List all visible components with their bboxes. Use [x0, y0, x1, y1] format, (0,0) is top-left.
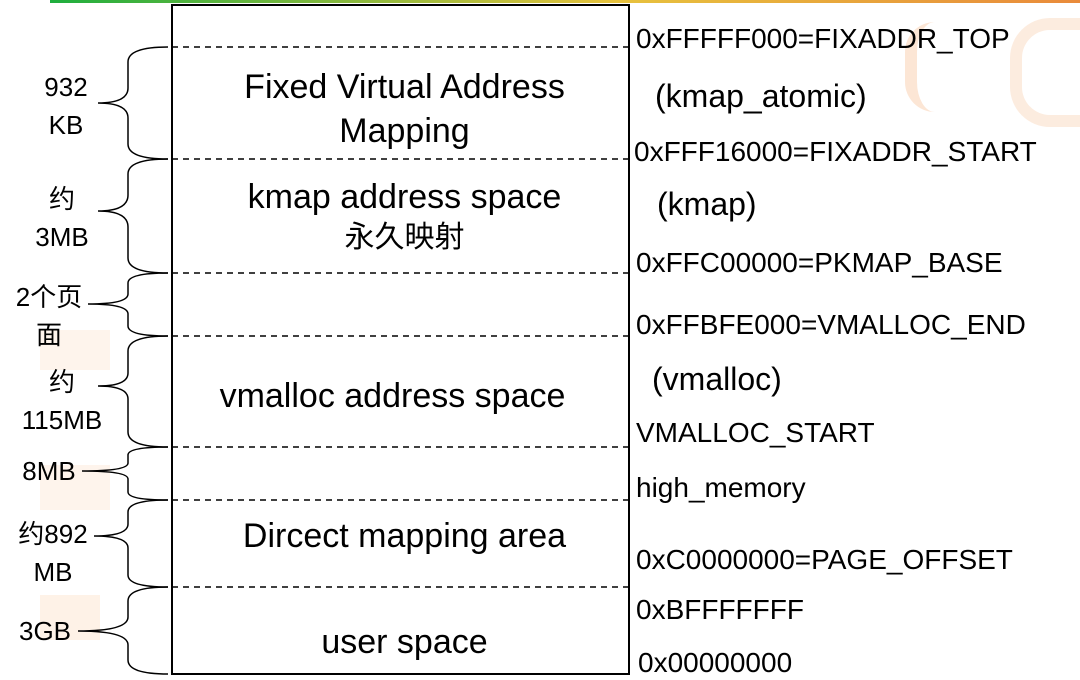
size-label-two-pages: 2个页 面 — [8, 278, 90, 354]
annotation-kmap-atomic: (kmap_atomic) — [655, 78, 867, 114]
address-vmalloc-end: 0xFFBFE000=VMALLOC_END — [636, 309, 1026, 340]
segment-vmalloc: vmalloc address space — [219, 377, 566, 415]
brace-3gb — [77, 586, 169, 675]
segment-kmap-subtitle: 永久映射 — [344, 220, 465, 255]
size-line2: 3MB — [35, 222, 89, 252]
annotation-vmalloc: (vmalloc) — [652, 361, 782, 397]
brace-115mb — [97, 335, 169, 448]
address-high-memory: high_memory — [636, 472, 806, 503]
size-label-gap: 8MB — [12, 452, 86, 490]
brace-8mb — [81, 446, 169, 501]
segment-kmap-title: kmap address space — [247, 178, 562, 216]
size-line2: KB — [48, 110, 84, 140]
size-line1: 约 — [48, 367, 75, 397]
size-line1: 约892 — [18, 519, 88, 549]
address-fixaddr-top: 0xFFFFF000=FIXADDR_TOP — [636, 23, 1010, 54]
annotation-kmap: (kmap) — [657, 186, 757, 222]
brace-2pages — [87, 272, 169, 337]
segment-kmap: kmap address space 永久映射 — [172, 177, 637, 259]
segment-fixmap-title: Fixed Virtual Address — [244, 68, 565, 106]
size-line2: 115MB — [21, 405, 103, 435]
brace-892mb — [93, 499, 169, 588]
size-line1: 932 — [44, 72, 88, 102]
brace-3mb — [97, 158, 169, 274]
size-label-fixmap: 932 KB — [26, 68, 106, 144]
address-fixaddr-start: 0xFFF16000=FIXADDR_START — [634, 136, 1037, 167]
size-label-direct: 约892 MB — [8, 515, 98, 591]
size-line1: 2个页 — [15, 282, 83, 312]
address-pkmap-base: 0xFFC00000=PKMAP_BASE — [636, 247, 1003, 278]
size-label-vmalloc: 约 115MB — [18, 363, 106, 439]
segment-fixmap: Fixed Virtual Address Mapping — [172, 67, 637, 151]
size-line1: 3GB — [18, 616, 72, 646]
address-user-top: 0xBFFFFFFF — [636, 594, 804, 625]
size-line1: 8MB — [22, 456, 76, 486]
address-zero: 0x00000000 — [638, 647, 793, 678]
size-line2: MB — [33, 557, 73, 587]
size-label-kmap: 约 3MB — [22, 180, 102, 256]
size-line1: 约 — [48, 184, 75, 214]
brace-932kb — [97, 46, 169, 160]
address-page-offset: 0xC0000000=PAGE_OFFSET — [636, 544, 1013, 575]
size-label-user: 3GB — [10, 612, 80, 650]
segment-direct-mapping: Dircect mapping area — [242, 517, 567, 555]
size-line2: 面 — [35, 320, 62, 350]
segment-user-space: user space — [321, 623, 488, 661]
segment-fixmap-subtitle: Mapping — [339, 112, 470, 150]
address-vmalloc-start: VMALLOC_START — [636, 417, 875, 448]
